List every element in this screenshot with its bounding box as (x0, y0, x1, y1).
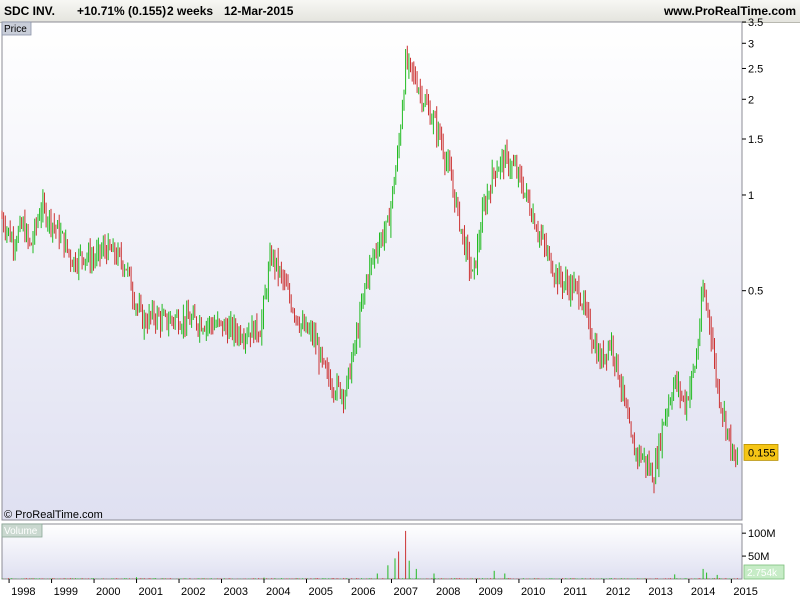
price-tick-label: 2 (748, 94, 754, 106)
year-tick-label: 2009 (478, 586, 502, 598)
price-panel (1, 21, 743, 521)
year-tick-label: 2003 (224, 586, 248, 598)
price-tick-label: 0.5 (748, 286, 763, 298)
price-tick-label: 1 (748, 190, 754, 202)
year-tick-label: 2012 (606, 586, 630, 598)
year-tick-label: 1998 (11, 586, 35, 598)
last-price-value: 0.155 (748, 447, 776, 459)
watermark-text: © ProRealTime.com (4, 509, 103, 521)
year-tick-label: 2002 (181, 586, 205, 598)
year-tick-label: 2006 (351, 586, 375, 598)
year-tick-label: 2013 (648, 586, 672, 598)
year-tick-label: 2015 (733, 586, 757, 598)
year-tick-label: 2001 (139, 586, 163, 598)
price-tick-label: 3 (748, 38, 754, 50)
chart-area: 3.5 3 2.5 2 1.5 1 0.5 1998 1999 2000 2001 2002 2003 2… (1, 17, 785, 598)
volume-tick-label: 100M (748, 528, 776, 540)
volume-tick-label: 50M (748, 551, 769, 563)
volume-last-value: 2.754k (747, 568, 778, 579)
price-panel-label: Price (4, 24, 27, 35)
year-tick-label: 2004 (266, 586, 290, 598)
year-tick-label: 2010 (521, 586, 545, 598)
year-tick-label: 2011 (563, 586, 587, 598)
price-tick-label: 3.5 (748, 17, 763, 29)
year-tick-label: 2007 (393, 586, 417, 598)
year-tick-label: 2000 (96, 586, 120, 598)
price-tick-label: 1.5 (748, 134, 763, 146)
volume-panel (1, 523, 743, 580)
year-tick-label: 2008 (436, 586, 460, 598)
volume-panel-label: Volume (4, 526, 38, 537)
price-tick-label: 2.5 (748, 63, 763, 75)
year-tick-label: 1999 (54, 586, 78, 598)
year-tick-label: 2005 (308, 586, 332, 598)
year-tick-label: 2014 (691, 586, 715, 598)
